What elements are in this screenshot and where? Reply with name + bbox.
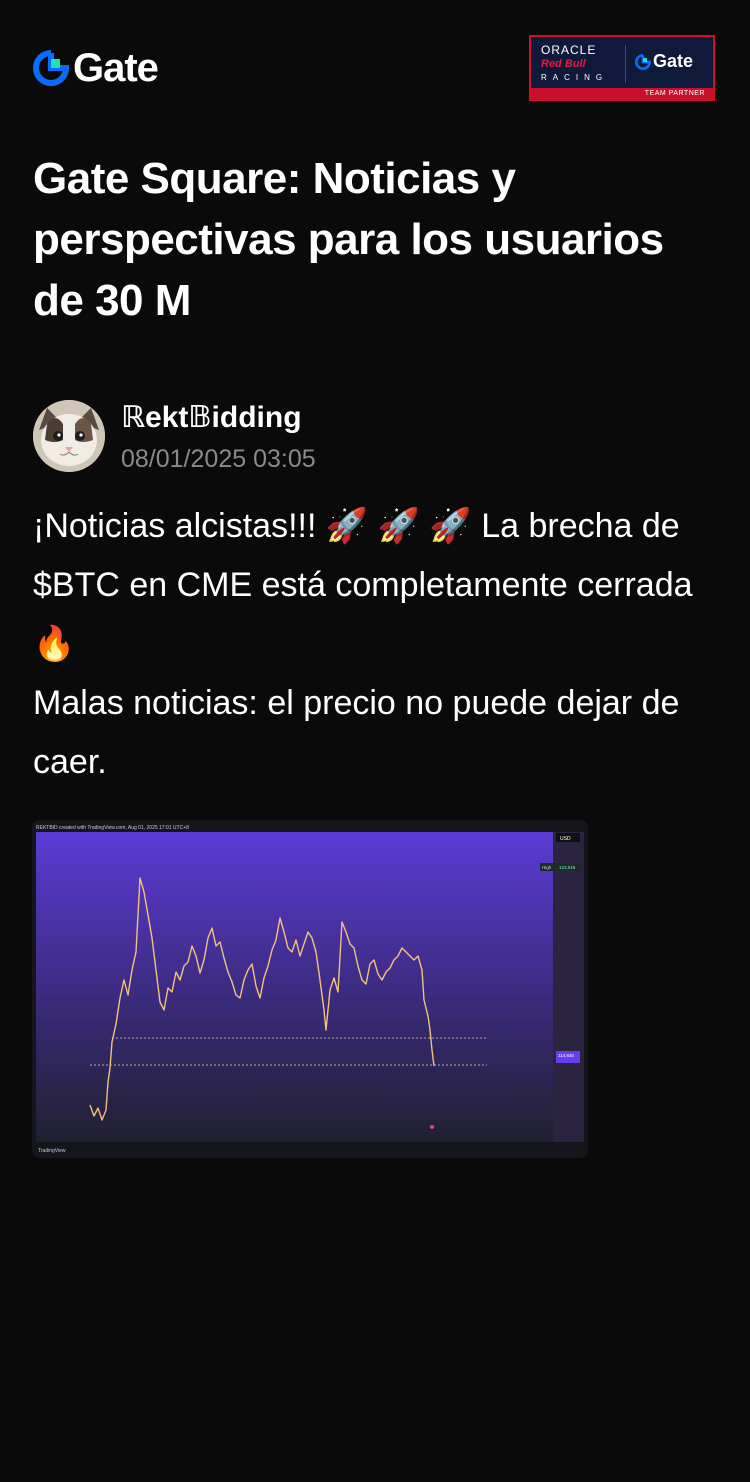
partner-line-1: ORACLE — [541, 43, 597, 57]
chart-header-text: REKTBID created with TradingView.com, Au… — [36, 825, 189, 831]
post-paragraph-2: Malas noticias: el precio no puede dejar… — [33, 684, 680, 781]
partner-gate-icon — [635, 53, 651, 70]
page-title: Gate Square: Noticias y perspectivas par… — [33, 154, 664, 325]
header: Gate ORACLE Red Bull RACING Gate TEAM PA… — [0, 0, 750, 130]
post-date: 08/01/2025 03:05 — [121, 445, 316, 473]
partner-gate-text: Gate — [653, 51, 694, 71]
post-paragraph-1: ¡Noticias alcistas!!! 🚀 🚀 🚀 La brecha de… — [33, 507, 693, 663]
cat-avatar-icon — [33, 400, 105, 472]
event-marker — [430, 1125, 434, 1129]
partner-line-2: Red Bull — [541, 58, 586, 70]
partner-gate-logo: Gate — [635, 51, 693, 72]
chart-price-axis — [553, 832, 584, 1142]
high-label: High — [542, 865, 552, 870]
chart-plot-area — [36, 832, 553, 1142]
high-value: 123,015 — [559, 865, 576, 870]
partner-banner: ORACLE Red Bull RACING Gate TEAM PARTNER — [529, 35, 715, 101]
currency-label: USD — [560, 836, 571, 842]
partner-separator — [625, 45, 626, 83]
gate-logo-text: Gate — [73, 45, 159, 90]
post-body: ¡Noticias alcistas!!! 🚀 🚀 🚀 La brecha de… — [33, 497, 723, 792]
partner-line-3: RACING — [541, 73, 609, 82]
author-name[interactable]: ℝekt𝔹idding — [121, 400, 302, 435]
gate-logo-icon — [33, 50, 69, 86]
partner-tag: TEAM PARTNER — [531, 88, 713, 99]
chart-image[interactable]: REKTBID created with TradingView.com, Au… — [32, 820, 588, 1158]
avatar[interactable] — [33, 400, 105, 472]
price-chart: REKTBID created with TradingView.com, Au… — [32, 820, 588, 1158]
tradingview-logo: TradingView — [38, 1148, 66, 1154]
gate-logo[interactable]: Gate — [33, 45, 159, 90]
current-price-value: 114,845 — [558, 1053, 574, 1058]
